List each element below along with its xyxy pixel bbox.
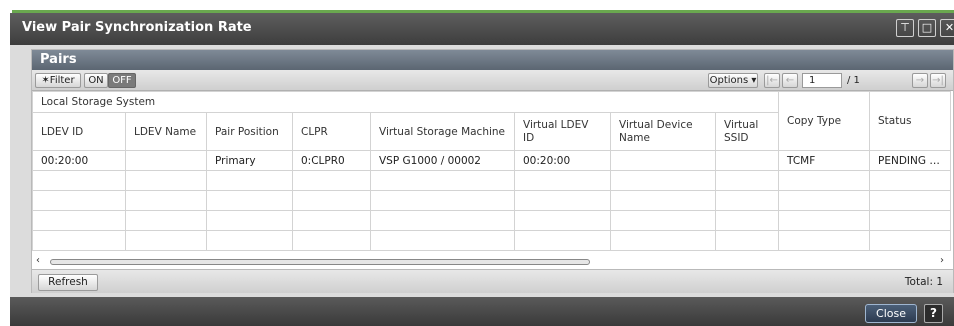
column-header-virtual-ssid[interactable]: Virtual SSID	[714, 112, 780, 151]
first-page-button[interactable]: |←	[764, 73, 780, 88]
cell-clpr	[292, 210, 371, 231]
cell-virtual-device-name	[610, 190, 716, 211]
cell-virtual-ldev-id	[514, 230, 611, 251]
cell-virtual-ssid	[714, 230, 780, 251]
cell-copy-type	[778, 230, 871, 251]
pairs-table: Local Storage System Copy Type Status LD…	[31, 91, 952, 251]
column-header-copy-type[interactable]: Copy Type	[778, 91, 871, 151]
column-header-clpr[interactable]: CLPR	[292, 112, 371, 151]
cell-ldev-id: 00:20:00	[32, 150, 126, 171]
cell-virtual-storage-machine	[370, 190, 515, 211]
cell-pair-position	[206, 170, 293, 191]
cell-ldev-name	[125, 210, 207, 231]
scroll-right-icon[interactable]: ›	[940, 255, 944, 266]
cell-clpr	[292, 170, 371, 191]
column-header-virtual-storage-machine[interactable]: Virtual Storage Machine	[370, 112, 515, 151]
table-row[interactable]	[32, 230, 952, 251]
maximize-icon[interactable]: □	[918, 19, 936, 37]
panel-title: Pairs	[32, 50, 953, 70]
cell-virtual-device-name	[610, 230, 716, 251]
options-dropdown[interactable]: Options ▾	[708, 73, 758, 88]
local-storage-system-group-header: Local Storage System	[31, 91, 780, 113]
cell-status	[869, 190, 952, 211]
column-header-status[interactable]: Status	[869, 91, 952, 151]
prev-page-button[interactable]: ←	[782, 73, 798, 88]
refresh-button[interactable]: Refresh	[38, 274, 98, 291]
close-button[interactable]: Close	[865, 304, 917, 323]
cell-ldev-name	[125, 150, 207, 171]
scrollbar-thumb[interactable]	[50, 259, 590, 265]
scroll-left-icon[interactable]: ‹	[36, 255, 40, 266]
cell-status	[869, 210, 952, 231]
window-title: View Pair Synchronization Rate	[22, 20, 252, 35]
table-row[interactable]	[32, 170, 952, 191]
table-row[interactable]: 00:20:00 Primary 0:CLPR0 VSP G1000 / 000…	[32, 150, 952, 171]
cell-virtual-storage-machine: VSP G1000 / 00002	[370, 150, 515, 171]
pairs-panel: Pairs ✶Filter ON OFF Options ▾ |← ← 1 / …	[31, 49, 954, 293]
cell-virtual-device-name	[610, 150, 716, 171]
cell-status: PENDING / ...	[869, 150, 952, 171]
table-footer: Refresh Total: 1	[32, 269, 953, 293]
column-header-pair-position[interactable]: Pair Position	[206, 112, 293, 151]
horizontal-scrollbar[interactable]: ‹ ›	[32, 255, 950, 268]
column-header-ldev-id[interactable]: LDEV ID	[32, 112, 126, 151]
cell-virtual-storage-machine	[370, 230, 515, 251]
table-row[interactable]	[32, 210, 952, 231]
cell-ldev-name	[125, 190, 207, 211]
cell-virtual-ldev-id: 00:20:00	[514, 150, 611, 171]
cell-virtual-ssid	[714, 190, 780, 211]
pin-icon[interactable]: ⊤	[896, 19, 914, 37]
cell-pair-position	[206, 230, 293, 251]
column-header-ldev-name[interactable]: LDEV Name	[125, 112, 207, 151]
cell-clpr: 0:CLPR0	[292, 150, 371, 171]
cell-virtual-ldev-id	[514, 170, 611, 191]
column-header-virtual-device-name[interactable]: Virtual Device Name	[610, 112, 716, 151]
window-title-bar: View Pair Synchronization Rate ⊤ □ ✕	[10, 13, 954, 45]
cell-copy-type	[778, 170, 871, 191]
cell-clpr	[292, 190, 371, 211]
cell-ldev-name	[125, 230, 207, 251]
cell-copy-type: TCMF	[778, 150, 871, 171]
close-icon[interactable]: ✕	[940, 19, 954, 37]
cell-virtual-device-name	[610, 210, 716, 231]
cell-clpr	[292, 230, 371, 251]
dialog-body: Pairs ✶Filter ON OFF Options ▾ |← ← 1 / …	[10, 45, 954, 297]
filter-button[interactable]: ✶Filter	[35, 73, 81, 88]
cell-status	[869, 170, 952, 191]
cell-virtual-ssid	[714, 170, 780, 191]
total-count: Total: 1	[904, 276, 943, 288]
cell-virtual-storage-machine	[370, 170, 515, 191]
cell-virtual-ssid	[714, 150, 780, 171]
table-toolbar: ✶Filter ON OFF Options ▾ |← ← 1 / 1 → →|	[32, 70, 953, 91]
next-page-button[interactable]: →	[912, 73, 928, 88]
cell-pair-position: Primary	[206, 150, 293, 171]
cell-ldev-id	[32, 190, 126, 211]
cell-pair-position	[206, 210, 293, 231]
column-header-virtual-ldev-id[interactable]: Virtual LDEV ID	[514, 112, 611, 151]
cell-virtual-device-name	[610, 170, 716, 191]
cell-virtual-ssid	[714, 210, 780, 231]
cell-ldev-id	[32, 230, 126, 251]
last-page-button[interactable]: →|	[930, 73, 946, 88]
page-number-input[interactable]: 1	[802, 73, 842, 88]
table-row[interactable]	[32, 190, 952, 211]
filter-off-toggle[interactable]: OFF	[108, 73, 136, 88]
cell-copy-type	[778, 190, 871, 211]
cell-virtual-ldev-id	[514, 190, 611, 211]
cell-status	[869, 230, 952, 251]
cell-virtual-ldev-id	[514, 210, 611, 231]
help-button[interactable]: ?	[924, 304, 943, 323]
cell-pair-position	[206, 190, 293, 211]
dialog-action-bar: Close ?	[10, 297, 954, 326]
filter-on-toggle[interactable]: ON	[84, 73, 108, 88]
cell-ldev-name	[125, 170, 207, 191]
cell-virtual-storage-machine	[370, 210, 515, 231]
cell-ldev-id	[32, 210, 126, 231]
cell-ldev-id	[32, 170, 126, 191]
page-total: / 1	[847, 75, 860, 86]
cell-copy-type	[778, 210, 871, 231]
